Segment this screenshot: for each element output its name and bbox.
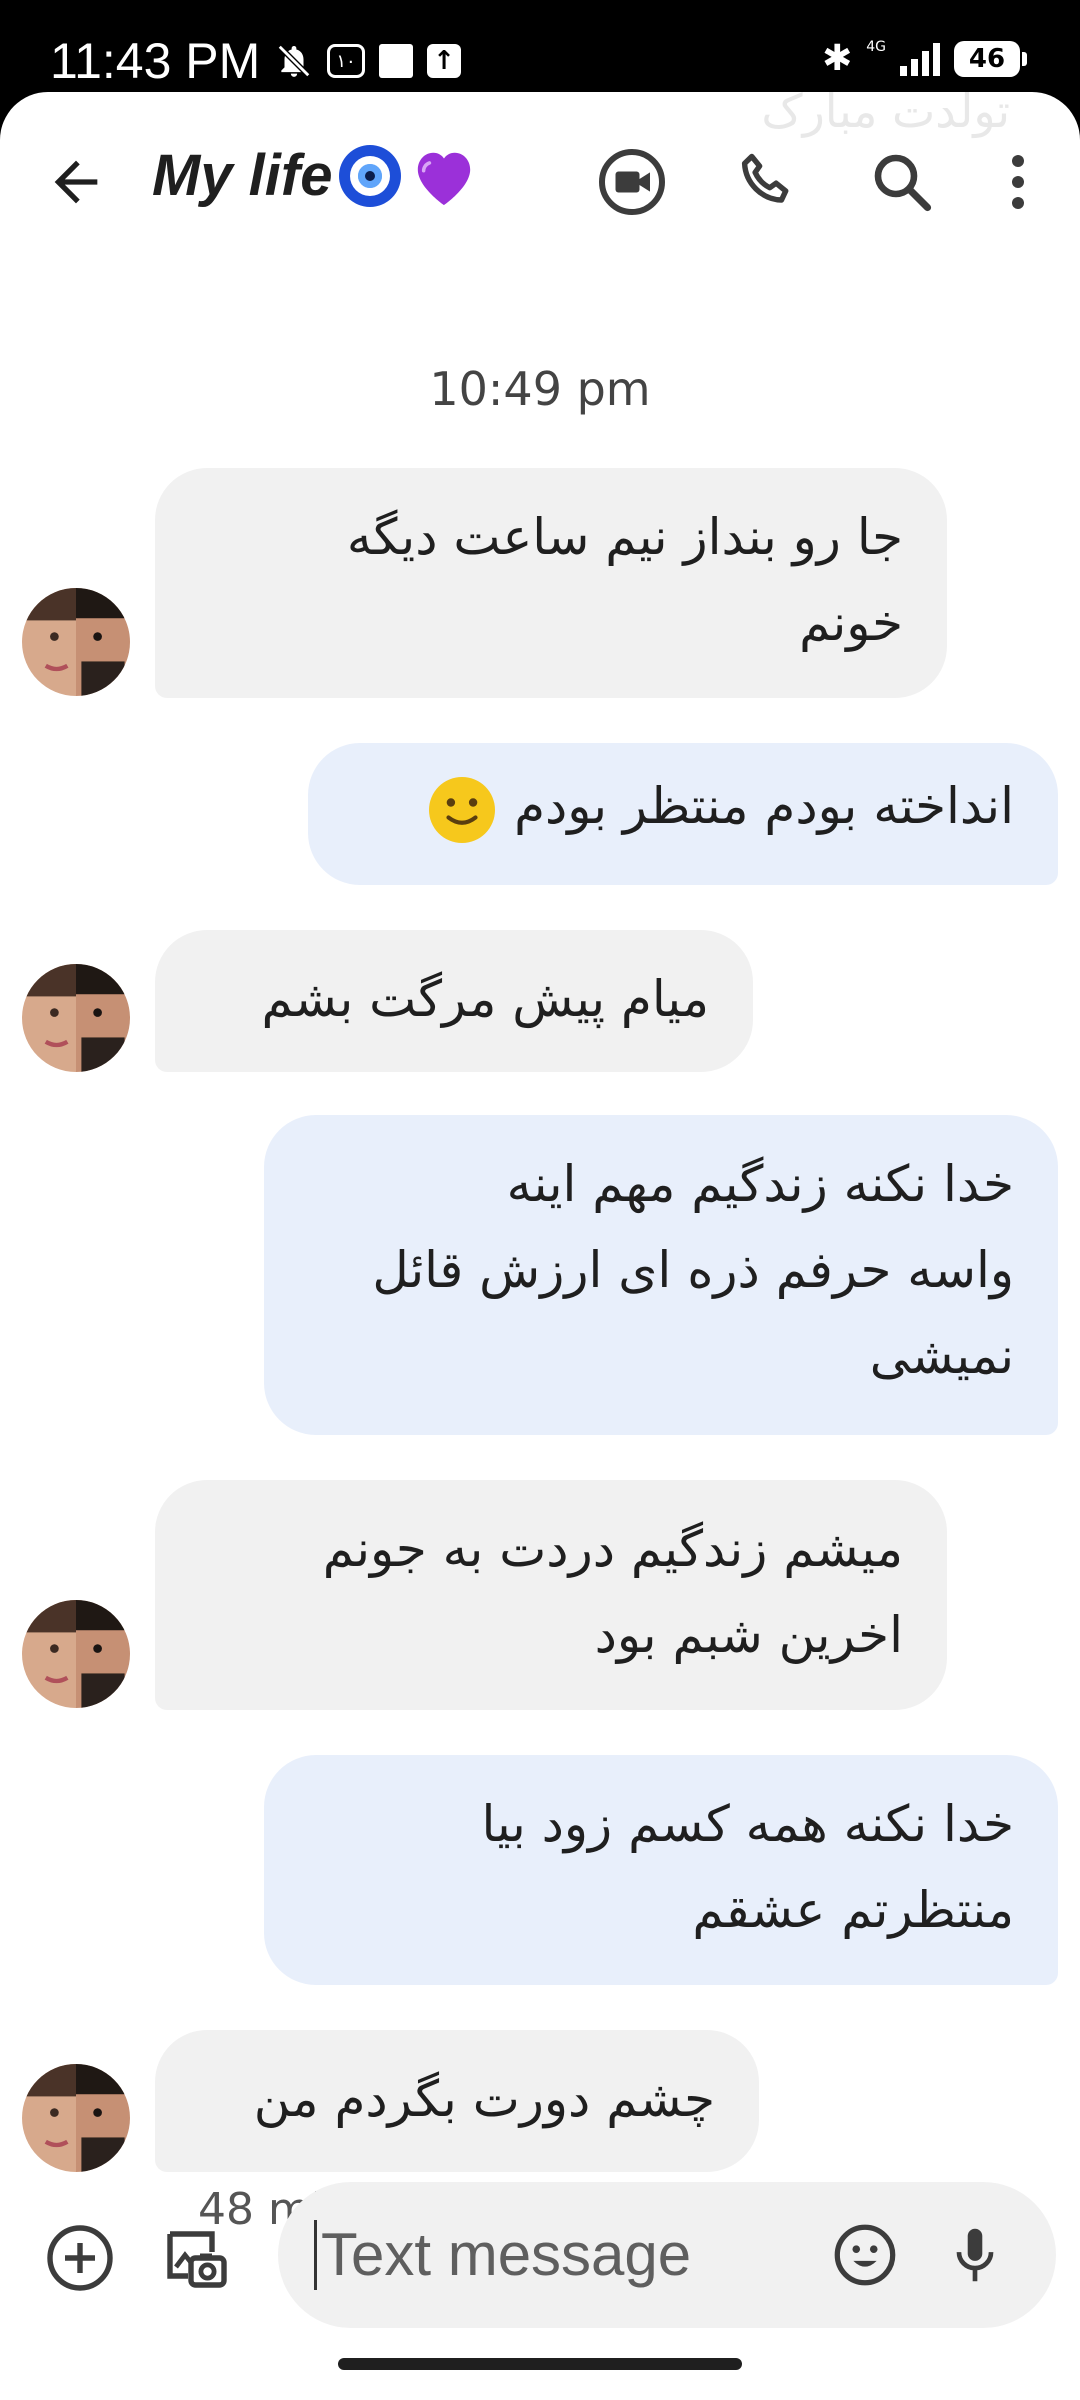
status-time: 11:43 PM [50, 33, 261, 89]
status-system-icons: ✱ 4G 46 [822, 38, 1027, 79]
message-input[interactable]: Text message [278, 2182, 1056, 2328]
composer: Text message [0, 2182, 1080, 2332]
mic-icon[interactable] [940, 2220, 1010, 2290]
bluetooth-icon: ✱ [822, 38, 853, 79]
battery-indicator: 46 [954, 40, 1027, 77]
status-notification-icons: ۱۰ ↑ [275, 42, 461, 80]
emoji-icon[interactable] [830, 2220, 900, 2290]
message-placeholder: Text message [314, 2220, 691, 2290]
nazar-emoji-icon [338, 144, 401, 207]
gallery-camera-icon[interactable] [158, 2222, 230, 2294]
phone-icon[interactable] [732, 146, 804, 218]
upload-icon: ↑ [427, 44, 461, 78]
more-vert-icon[interactable] [982, 146, 1054, 218]
network-type: 4G [866, 38, 886, 55]
conversation-timestamp: 10:49 pm [429, 362, 651, 416]
notification-badge: ۱۰ [327, 44, 365, 78]
outgoing-message[interactable]: خدا نکنه همه کسم زود بیا منتظرتم عشقم [264, 1755, 1058, 1985]
incoming-message[interactable]: چشم دورت بگردم من [155, 2030, 759, 2172]
contact-avatar[interactable] [22, 1600, 130, 1708]
smiling-face-emoji [429, 776, 496, 843]
contact-avatar[interactable] [22, 2064, 130, 2172]
outgoing-message[interactable]: انداخته بودم منتظر بودم [308, 743, 1058, 885]
incoming-message[interactable]: جا رو بنداز نیم ساعت دیگه خونم [155, 468, 947, 698]
incoming-message[interactable]: میام پیش مرگت بشم [155, 930, 753, 1072]
bell-off-icon [277, 44, 311, 78]
outgoing-message[interactable]: خدا نکنه زندگیم مهم اینه واسه حرفم ذره ا… [264, 1115, 1058, 1435]
gesture-home-bar[interactable] [338, 2358, 742, 2370]
contact-avatar[interactable] [22, 588, 130, 696]
video-call-icon[interactable] [596, 146, 668, 218]
purple-heart-icon [417, 152, 470, 205]
search-icon[interactable] [866, 146, 938, 218]
contact-avatar[interactable] [22, 964, 130, 1072]
incoming-message[interactable]: میشم زندگیم دردت به جونم اخرین شبم بود [155, 1480, 947, 1710]
notification-square-icon [379, 44, 413, 78]
app-bar: My life [0, 92, 1080, 272]
add-circle-icon[interactable] [44, 2222, 116, 2294]
back-arrow-icon[interactable] [44, 150, 108, 214]
contact-title[interactable]: My life [152, 142, 479, 209]
contact-name: My life [152, 143, 333, 208]
conversation-screen: تولدت مبارک My life 10:49 pm جا رو بنداز… [0, 92, 1080, 2400]
signal-icon [900, 42, 940, 76]
